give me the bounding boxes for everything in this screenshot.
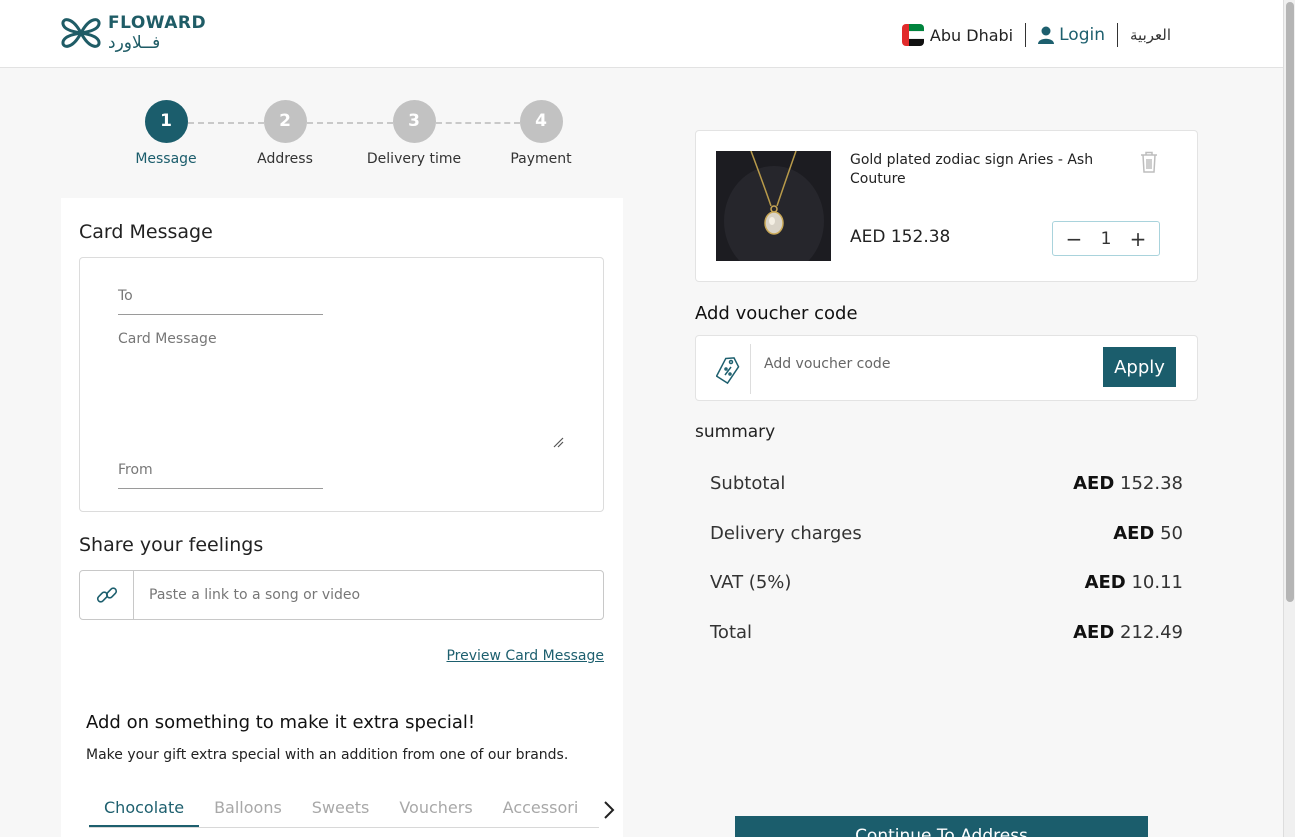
card-message-box: To Card Message From [79,257,604,512]
amount: 50 [1160,523,1183,544]
tab-accessories[interactable]: Accessories [488,794,578,827]
language-switch[interactable]: العربية [1130,26,1171,44]
step-label: Payment [510,151,572,167]
decrease-quantity-button[interactable]: − [1065,229,1083,249]
header-actions: Abu Dhabi Login العربية [901,22,1171,48]
login-link[interactable]: Login [1038,25,1105,45]
quantity-value: 1 [1100,228,1112,249]
divider [1117,23,1118,47]
tab-balloons[interactable]: Balloons [199,794,297,827]
logo-text: FLOWARD فــلاورد [108,13,206,53]
amount: 212.49 [1120,622,1183,643]
currency: AED [1113,523,1155,544]
step-message[interactable]: 1 Message [106,100,226,167]
voucher-input[interactable] [764,356,1094,372]
continue-button[interactable]: Continue To Address [735,816,1148,837]
tab-vouchers[interactable]: Vouchers [384,794,487,827]
logo-english: FLOWARD [108,13,207,33]
divider [1025,23,1027,47]
product-image[interactable] [716,151,831,261]
step-payment[interactable]: 4 Payment [481,100,601,167]
step-label: Delivery time [366,151,462,167]
voucher-title: Add voucher code [695,303,858,324]
preview-card-message-link[interactable]: Preview Card Message [446,648,604,664]
song-link-input[interactable] [134,571,603,619]
cart-item-card: Gold plated zodiac sign Aries - Ash Cout… [695,130,1198,282]
login-label: Login [1059,25,1105,45]
step-number: 3 [392,100,436,143]
summary-value: AED 10.11 [1085,572,1183,593]
currency: AED [1073,622,1115,643]
step-label: Address [257,151,313,167]
step-address[interactable]: 2 Address [225,100,345,167]
voucher-tag-icon [716,357,740,385]
step-number: 1 [144,100,188,143]
voucher-icon-box [706,344,751,394]
card-message-textarea[interactable]: Card Message [118,331,548,451]
quantity-stepper: − 1 + [1052,221,1160,256]
uae-flag-icon[interactable] [901,24,924,46]
link-icon [96,587,117,603]
step-number: 2 [263,100,307,143]
user-icon [1038,26,1055,44]
summary-value: AED 50 [1113,523,1183,544]
resize-handle-icon[interactable] [552,436,564,448]
summary-row-subtotal: Subtotal AED 152.38 [710,473,1183,494]
amount: 10.11 [1131,572,1183,593]
site-header: FLOWARD فــلاورد Abu Dhabi Login العربية [0,0,1283,68]
step-number: 4 [519,100,563,143]
step-label: Message [135,151,197,167]
card-message-panel: Card Message To Card Message From Share … [61,198,623,837]
summary-label: Subtotal [710,473,786,494]
summary-row-total: Total AED 212.49 [710,622,1183,643]
addons-subtitle: Make your gift extra special with an add… [86,747,569,763]
currency: AED [1084,572,1126,593]
summary-label: VAT (5%) [710,572,792,593]
product-price: AED 152.38 [850,227,951,247]
summary-value: AED 152.38 [1073,473,1183,494]
step-delivery-time[interactable]: 3 Delivery time [354,100,474,167]
voucher-field: Apply [695,335,1198,401]
chevron-right-icon[interactable] [601,798,617,822]
summary-title: summary [695,422,776,442]
summary-label: Delivery charges [710,523,862,544]
page-scrollbar[interactable] [1283,0,1295,837]
logo-arabic: فــلاورد [108,33,161,53]
amount: 152.38 [1120,473,1183,494]
apply-voucher-button[interactable]: Apply [1103,347,1176,387]
to-field[interactable]: To [118,288,323,315]
floward-logo[interactable]: FLOWARD فــلاورد [60,12,206,54]
increase-quantity-button[interactable]: + [1129,229,1147,249]
summary-value: AED 212.49 [1073,622,1183,643]
checkout-stepper: 1 Message 2 Address 3 Delivery time 4 Pa… [100,100,610,180]
addon-tabs: Chocolate Balloons Sweets Vouchers Acces… [89,794,599,828]
summary-row-vat: VAT (5%) AED 10.11 [710,572,1183,593]
addons-title: Add on something to make it extra specia… [86,712,476,733]
logo-flower-icon [61,18,101,48]
tab-sweets[interactable]: Sweets [297,794,385,827]
trash-icon[interactable] [1140,151,1158,173]
from-field[interactable]: From [118,462,323,489]
tab-chocolate[interactable]: Chocolate [89,794,200,827]
currency: AED [1073,473,1115,494]
link-icon-box [80,571,134,619]
summary-row-delivery: Delivery charges AED 50 [710,523,1183,544]
product-name[interactable]: Gold plated zodiac sign Aries - Ash Cout… [850,151,1100,189]
card-message-title: Card Message [79,221,213,243]
song-link-field [79,570,604,620]
summary-label: Total [710,622,753,643]
city-selector[interactable]: Abu Dhabi [930,26,1013,45]
scrollbar-thumb[interactable] [1286,2,1294,602]
share-feelings-title: Share your feelings [79,534,264,556]
